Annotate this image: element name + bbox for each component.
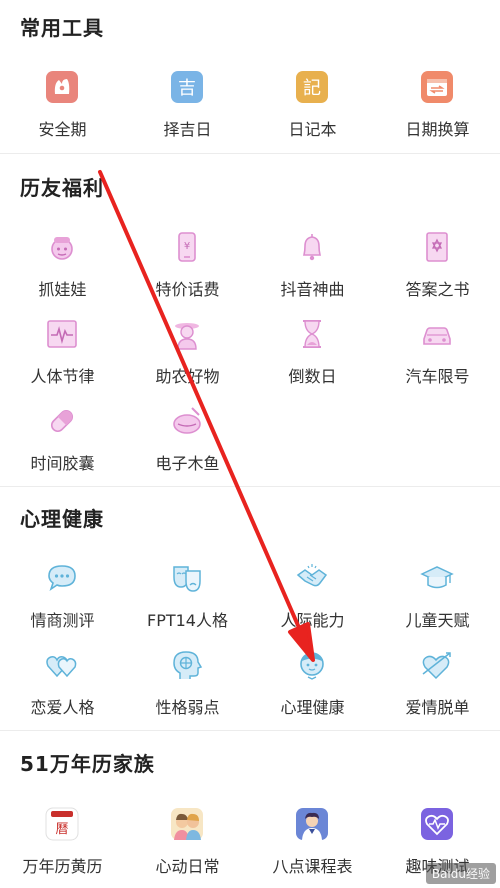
svg-text:¥: ¥ (184, 241, 190, 252)
family-label: 心动日常 (155, 857, 220, 876)
psych-item-love-single[interactable]: 爱情脱单 (375, 648, 500, 728)
safe-period-icon (45, 70, 79, 104)
tool-label: 择吉日 (163, 120, 212, 139)
phone-bill-icon: ¥ (170, 230, 204, 264)
welfare-label: 答案之书 (405, 280, 470, 299)
farmer-icon (170, 317, 204, 351)
welfare-item-car-plate[interactable]: 汽车限号 (375, 317, 500, 397)
biorhythm-icon (45, 317, 79, 351)
section-title: 51万年历家族 (20, 752, 155, 776)
welfare-item-claw-machine[interactable]: 抓娃娃 (0, 230, 125, 310)
welfare-item-phone-bill[interactable]: ¥ 特价话费 (125, 230, 250, 310)
tool-item-date-convert[interactable]: 日期换算 (375, 70, 500, 150)
psych-item-love-personality[interactable]: 恋爱人格 (0, 648, 125, 728)
family-item-almanac[interactable]: 曆 万年历黄历 (0, 807, 125, 887)
welfare-label: 电子木鱼 (155, 454, 220, 473)
diary-icon: 記 (295, 70, 329, 104)
handshake-icon (295, 561, 329, 595)
masks-icon (170, 561, 204, 595)
welfare-label: 抖音神曲 (280, 280, 345, 299)
welfare-item-biorhythm[interactable]: 人体节律 (0, 317, 125, 397)
claw-machine-icon (45, 230, 79, 264)
welfare-label: 助农好物 (155, 367, 220, 386)
welfare-label: 特价话费 (155, 280, 220, 299)
psych-label: 爱情脱单 (405, 698, 470, 717)
welfare-item-countdown[interactable]: 倒数日 (250, 317, 375, 397)
psych-item-child-talent[interactable]: 儿童天赋 (375, 561, 500, 641)
section-title: 历友福利 (20, 176, 104, 200)
psych-label: 性格弱点 (155, 698, 220, 717)
child-face-icon (295, 648, 329, 682)
psych-label: 儿童天赋 (405, 611, 470, 630)
brain-head-icon (170, 648, 204, 682)
psych-label: 恋爱人格 (30, 698, 95, 717)
family-item-couple-daily[interactable]: 心动日常 (125, 807, 250, 887)
welfare-item-time-capsule[interactable]: 时间胶囊 (0, 404, 125, 484)
family-label: 万年历黄历 (22, 857, 103, 876)
wooden-fish-icon (170, 404, 204, 438)
almanac-app-icon-text: 曆 (55, 822, 68, 837)
chat-bubble-icon (45, 561, 79, 595)
section-title: 常用工具 (20, 16, 104, 40)
watermark: Baidu经验 (425, 863, 496, 884)
psych-label: 人际能力 (280, 611, 345, 630)
heart-test-app-icon (420, 807, 454, 841)
double-heart-icon (45, 648, 79, 682)
welfare-label: 汽车限号 (405, 367, 470, 386)
car-icon (420, 317, 454, 351)
section-psych-health: 心理健康 情商测评 FPT14人格 人际能力 儿童天赋 恋爱人格 性格弱点 心理… (0, 487, 500, 730)
section-title: 心理健康 (20, 507, 104, 531)
welfare-item-answer-book[interactable]: 答案之书 (375, 230, 500, 310)
bell-icon (295, 230, 329, 264)
graduation-cap-icon (420, 561, 454, 595)
tool-item-safe-period[interactable]: 安全期 (0, 70, 125, 150)
section-welfare: 历友福利 抓娃娃 ¥ 特价话费 抖音神曲 答案之书 人体节律 助农好物 倒数日 … (0, 154, 500, 486)
answer-book-icon (420, 230, 454, 264)
date-convert-icon (420, 70, 454, 104)
hourglass-icon (295, 317, 329, 351)
tool-label: 安全期 (38, 120, 87, 139)
psych-item-interpersonal[interactable]: 人际能力 (250, 561, 375, 641)
lucky-day-icon: 吉 (170, 70, 204, 104)
tool-item-lucky-day[interactable]: 吉 择吉日 (125, 70, 250, 150)
diary-icon-text: 記 (303, 78, 321, 99)
section-common-tools: 常用工具 安全期 吉 择吉日 記 日记本 日期换算 (0, 0, 500, 153)
family-item-schedule[interactable]: 八点课程表 (250, 807, 375, 887)
psych-item-fpt14[interactable]: FPT14人格 (125, 561, 250, 641)
section-app-family: 51万年历家族 曆 万年历黄历 心动日常 八点课程表 (0, 731, 500, 888)
almanac-app-icon: 曆 (45, 807, 79, 841)
psych-label: 情商测评 (30, 611, 95, 630)
tool-label: 日期换算 (405, 120, 470, 139)
lucky-day-icon-text: 吉 (178, 78, 196, 99)
psych-item-weakness[interactable]: 性格弱点 (125, 648, 250, 728)
welfare-label: 时间胶囊 (30, 454, 95, 473)
welfare-item-farmer[interactable]: 助农好物 (125, 317, 250, 397)
welfare-item-music[interactable]: 抖音神曲 (250, 230, 375, 310)
welfare-label: 抓娃娃 (38, 280, 87, 299)
psych-item-mental-health[interactable]: 心理健康 (250, 648, 375, 728)
couple-app-icon (170, 807, 204, 841)
schedule-app-icon (295, 807, 329, 841)
tool-item-diary[interactable]: 記 日记本 (250, 70, 375, 150)
psych-label: FPT14人格 (147, 611, 228, 630)
family-label: 八点课程表 (272, 857, 353, 876)
capsule-icon (45, 404, 79, 438)
heart-arrow-icon (420, 648, 454, 682)
welfare-item-wooden-fish[interactable]: 电子木鱼 (125, 404, 250, 484)
psych-item-eq-test[interactable]: 情商测评 (0, 561, 125, 641)
welfare-label: 倒数日 (288, 367, 337, 386)
tool-label: 日记本 (288, 120, 337, 139)
welfare-label: 人体节律 (30, 367, 95, 386)
psych-label: 心理健康 (280, 698, 345, 717)
